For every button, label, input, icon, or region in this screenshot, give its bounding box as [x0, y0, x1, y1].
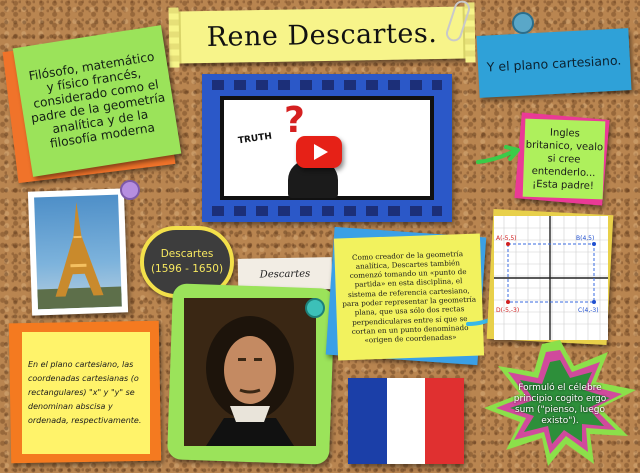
plane-note: Y el plano cartesiano.: [476, 28, 632, 98]
portrait-image: [184, 298, 316, 446]
graph-label-b: B(4,5): [576, 235, 594, 242]
english-note: Ingles britanico, vealo si cree entender…: [522, 118, 606, 200]
eiffel-tower-photo: [27, 188, 129, 316]
intro-note-text: Filósofo, matemático y físico francés, c…: [27, 49, 167, 151]
flag-red-stripe: [425, 378, 465, 464]
pin-icon: [120, 180, 140, 200]
graph-label-c: C(4,-3): [578, 307, 599, 314]
english-note-text: Ingles britanico, vealo si cree entender…: [525, 126, 604, 192]
cogito-note-text: Formuló el célebre principio cogito ergo…: [513, 383, 607, 426]
title-banner: Rene Descartes.: [177, 6, 467, 64]
geometry-note: Como creador de la geometría analítica, …: [333, 233, 485, 361]
pin-icon: [512, 12, 534, 34]
descartes-label-text: Descartes (1596 - 1650): [150, 248, 224, 275]
flag-white-stripe: [386, 378, 426, 464]
page-title: Rene Descartes.: [206, 17, 438, 53]
pin-icon: [305, 298, 325, 318]
film-holes-bottom: [212, 206, 442, 216]
cogito-note: Formuló el célebre principio cogito ergo…: [504, 378, 616, 432]
signature-text: Descartes: [259, 268, 311, 280]
graph-label-d: D(-5,-3): [496, 307, 519, 314]
eiffel-tower-icon: [37, 202, 122, 310]
play-icon[interactable]: [296, 136, 342, 168]
cartesian-graph-image: A(-5,5) B(4,5) C(4,-3) D(-5,-3): [494, 216, 608, 340]
arrow-icon: [476, 145, 520, 164]
film-holes-top: [212, 80, 442, 90]
graph-label-a: A(-5,5): [496, 235, 517, 242]
coordinates-note: En el plano cartesiano, las coordenadas …: [22, 332, 150, 454]
plane-note-text: Y el plano cartesiano.: [486, 51, 622, 75]
eiffel-tower-image: [34, 194, 122, 310]
french-flag: [348, 378, 465, 464]
geometry-note-text: Como creador de la geometría analítica, …: [342, 248, 477, 345]
flag-blue-stripe: [348, 378, 387, 464]
descartes-portrait: [184, 298, 316, 446]
coordinates-note-text: En el plano cartesiano, las coordenadas …: [28, 360, 142, 425]
question-mark-icon: ?: [284, 100, 305, 141]
cartesian-graph: A(-5,5) B(4,5) C(4,-3) D(-5,-3): [494, 216, 608, 340]
intro-note: Filósofo, matemático y físico francés, c…: [12, 25, 182, 177]
